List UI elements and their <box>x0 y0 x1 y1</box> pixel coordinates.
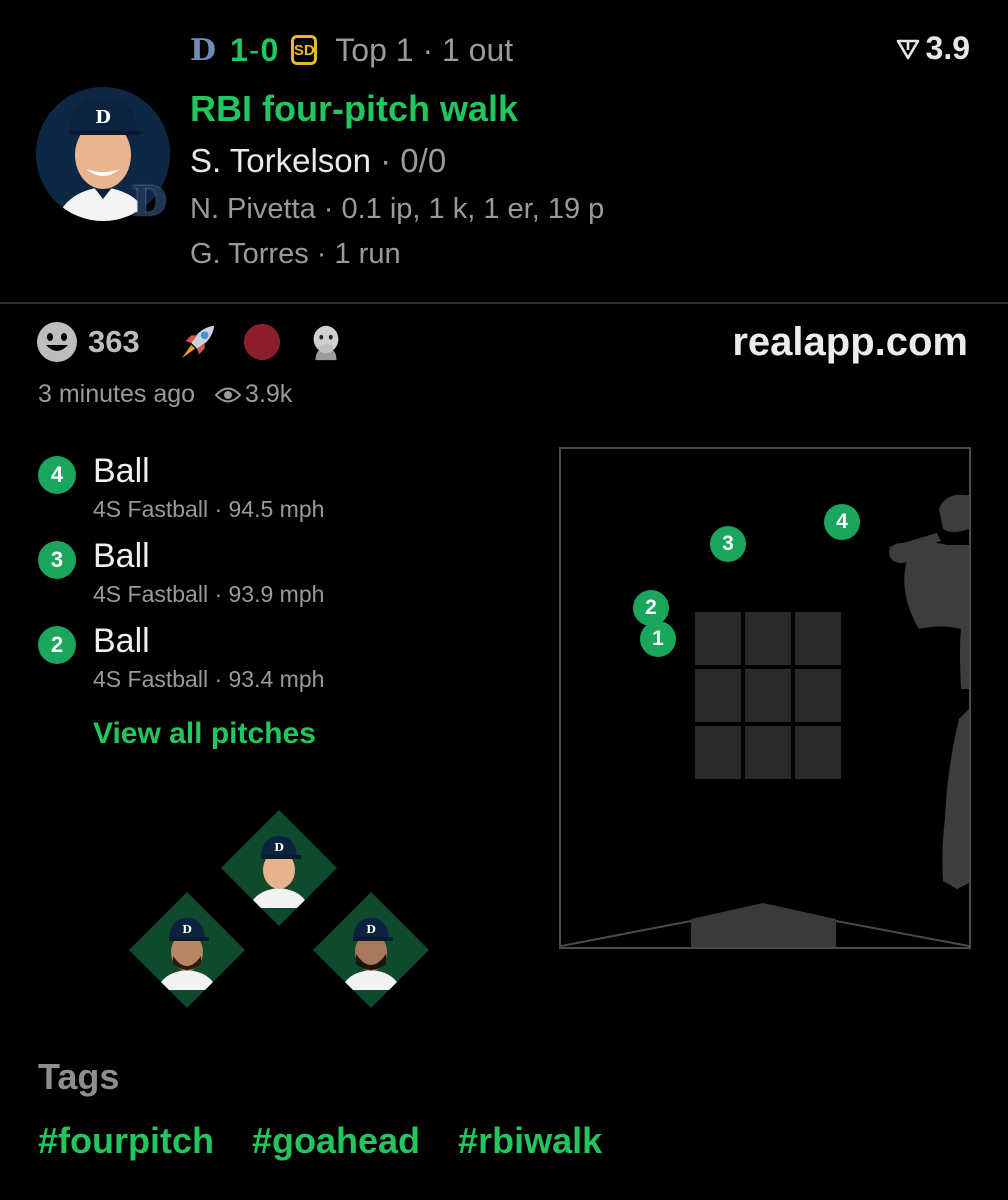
pitch-detail: 4S Fastball · 93.9 mph <box>93 581 324 608</box>
pitch-marker[interactable]: 4 <box>824 504 860 540</box>
pitch-result: Ball <box>93 452 150 490</box>
pitch-separator: · <box>208 666 229 692</box>
view-all-pitches-link[interactable]: View all pitches <box>93 717 316 751</box>
brand-link[interactable]: realapp.com <box>732 320 968 365</box>
svg-text:D: D <box>95 107 111 128</box>
pitch-detail: 4S Fastball · 93.4 mph <box>93 666 324 693</box>
signal-triangle-icon <box>896 39 919 59</box>
score-line[interactable]: D 1-0 SD Top 1 · 1 out <box>190 28 513 72</box>
score-away: 1 <box>230 31 249 68</box>
tag-link[interactable]: #fourpitch <box>38 1120 214 1162</box>
pitch-separator: · <box>208 496 229 522</box>
svg-text:D: D <box>182 923 192 936</box>
player-photo: D <box>249 836 309 908</box>
red-dot-icon[interactable] <box>242 322 282 362</box>
padres-logo-icon: SD <box>291 35 318 65</box>
batter-silhouette-icon <box>889 494 969 889</box>
tag-list: #fourpitch #goahead #rbiwalk <box>38 1120 640 1162</box>
pitch-detail: 4S Fastball · 94.5 mph <box>93 496 324 523</box>
rocket-icon[interactable] <box>178 322 218 362</box>
score: 1-0 <box>230 32 279 69</box>
tigers-logo-icon: D <box>190 32 217 68</box>
player-photo: D <box>341 918 401 990</box>
runner-avatar-second[interactable]: D <box>221 810 337 926</box>
team-badge-icon: D <box>132 178 167 225</box>
time-ago: 3 minutes ago <box>38 380 196 408</box>
batter-stat: · 0/0 <box>370 142 447 179</box>
svg-text:D: D <box>274 841 284 854</box>
pitch-marker[interactable]: 2 <box>633 590 669 626</box>
score-home: 0 <box>260 31 280 68</box>
views-number: 3.9k <box>245 380 293 408</box>
pitch-item[interactable]: 3 Ball 4S Fastball · 93.9 mph <box>38 537 498 617</box>
eye-icon <box>215 387 242 402</box>
strike-zone-grid <box>561 494 969 947</box>
pitch-speed: 93.9 mph <box>228 581 325 607</box>
pitch-number-badge: 4 <box>38 456 76 494</box>
pitch-separator: · <box>208 581 229 607</box>
pitch-marker[interactable]: 1 <box>640 621 676 657</box>
svg-text:D: D <box>366 923 376 936</box>
tag-link[interactable]: #goahead <box>252 1120 420 1162</box>
pitch-type: 4S Fastball <box>93 496 209 522</box>
strike-zone-panel[interactable]: 1 2 3 4 <box>559 447 971 949</box>
runner-avatar-first[interactable]: D <box>313 892 429 1008</box>
reaction-count: 363 <box>88 324 140 359</box>
tags-heading: Tags <box>38 1056 120 1097</box>
odds-value[interactable]: 3.9 <box>896 30 970 67</box>
score-separator: - <box>248 31 261 68</box>
divider <box>0 302 1008 304</box>
view-count: 3.9k <box>215 380 292 409</box>
pitch-result: Ball <box>93 537 150 575</box>
tag-link[interactable]: #rbiwalk <box>458 1120 602 1162</box>
pitch-number-badge: 3 <box>38 541 76 579</box>
runner-avatar-third[interactable]: D <box>129 892 245 1008</box>
hand-over-mouth-icon[interactable] <box>306 322 346 362</box>
play-headline[interactable]: RBI four-pitch walk <box>190 88 518 130</box>
runner-line[interactable]: G. Torres · 1 run <box>190 238 401 271</box>
pitch-item[interactable]: 2 Ball 4S Fastball · 93.4 mph <box>38 622 498 702</box>
post-meta: 3 minutes ago 3.9k <box>38 380 292 409</box>
pitcher-line[interactable]: N. Pivetta · 0.1 ip, 1 k, 1 er, 19 p <box>190 193 604 226</box>
pitch-number-badge: 2 <box>38 626 76 664</box>
odds-number: 3.9 <box>925 30 970 66</box>
pitch-speed: 94.5 mph <box>228 496 325 522</box>
pitch-type: 4S Fastball <box>93 581 209 607</box>
batter-line[interactable]: S. Torkelson · 0/0 <box>190 142 446 180</box>
pitch-result: Ball <box>93 622 150 660</box>
smiley-face-icon[interactable] <box>36 321 78 363</box>
player-photo: D <box>157 918 217 990</box>
inning-status: Top 1 · 1 out <box>335 31 514 68</box>
pitch-speed: 93.4 mph <box>228 666 325 692</box>
pitch-type: 4S Fastball <box>93 666 209 692</box>
reactions-bar: 363 <box>36 320 370 364</box>
batter-name: S. Torkelson <box>190 142 371 179</box>
pitch-marker[interactable]: 3 <box>710 526 746 562</box>
pitch-item[interactable]: 4 Ball 4S Fastball · 94.5 mph <box>38 452 498 532</box>
